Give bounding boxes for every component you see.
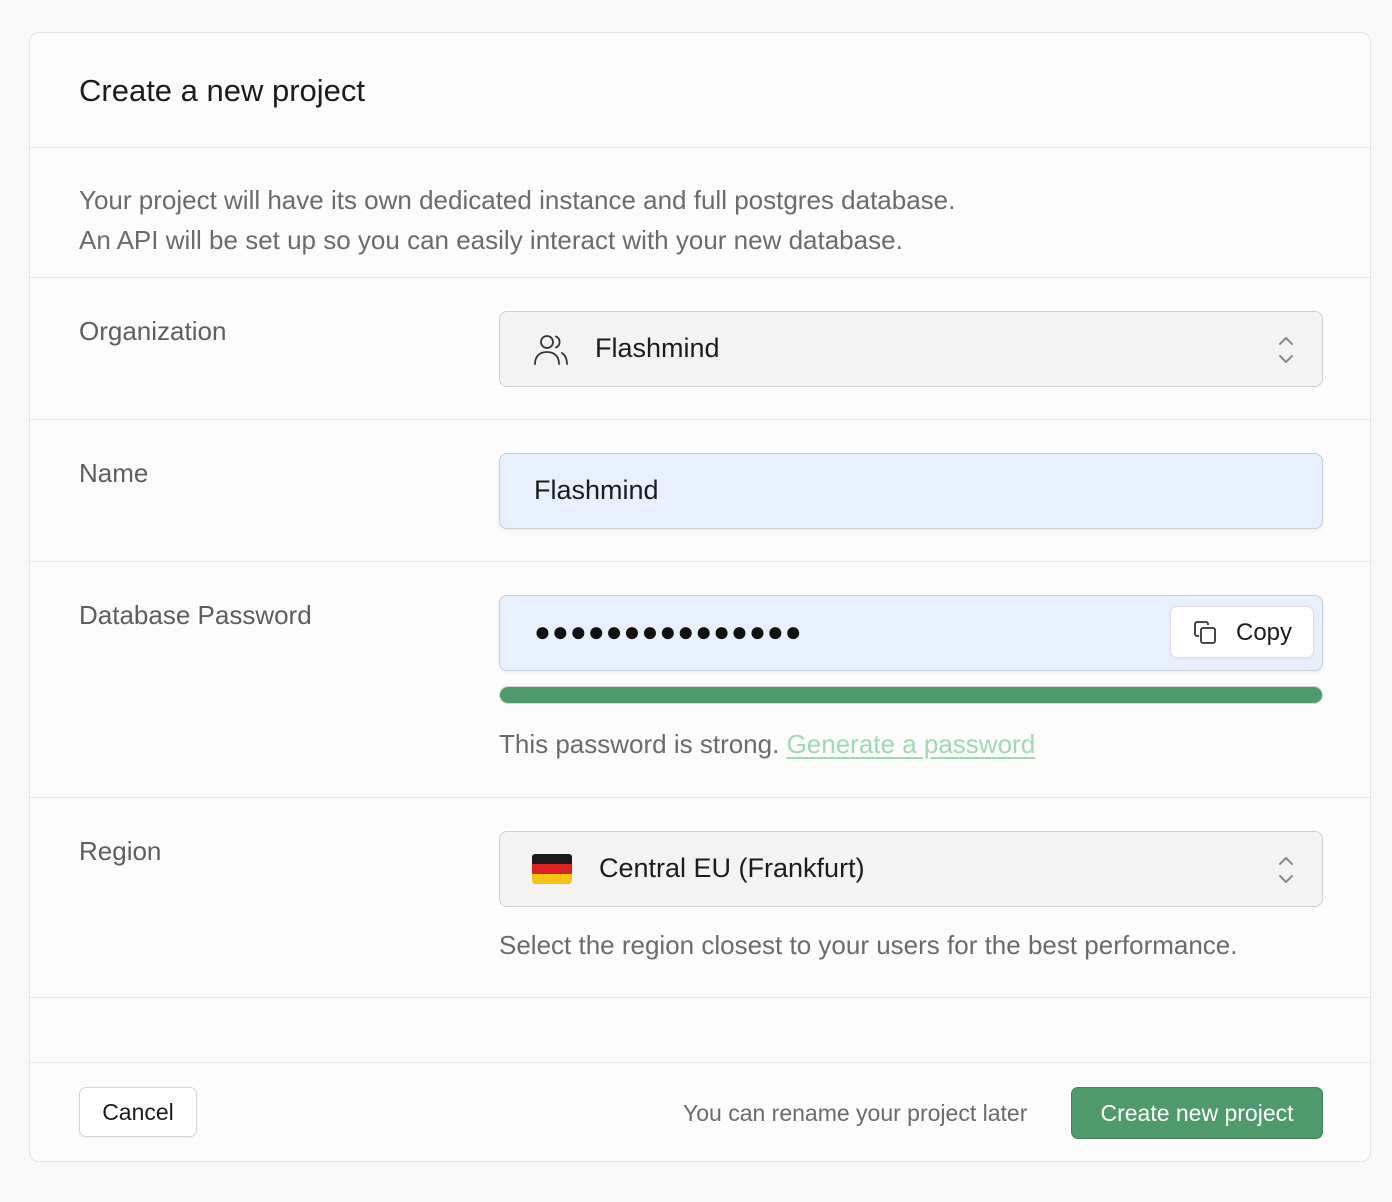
users-icon [534,335,568,365]
name-label: Name [79,458,149,488]
name-input-value: Flashmind [534,475,659,505]
password-strength-fill [500,687,1322,703]
password-row: Database Password ●●●●●●●●●●●●●●● Copy T… [30,562,1370,798]
card-header: Create a new project [30,33,1370,148]
password-hint: This password is strong. Generate a pass… [499,729,1035,760]
rename-note: You can rename your project later [683,1100,1028,1126]
copy-label: Copy [1236,619,1293,646]
password-input[interactable]: ●●●●●●●●●●●●●●● Copy [499,595,1323,671]
region-value: Central EU (Frankfurt) [599,853,865,883]
chevron-up-down-icon [1279,857,1293,883]
card-footer: Cancel You can rename your project later… [30,1062,1370,1161]
password-strength-text: This password is strong. [499,729,780,759]
region-row: Region Central EU (Frankfurt) Select the… [30,798,1370,998]
password-strength-bar [499,686,1323,704]
germany-flag-icon [532,854,572,884]
region-select[interactable]: Central EU (Frankfurt) [499,831,1323,907]
intro-line-2: An API will be set up so you can easily … [79,225,903,255]
region-label: Region [79,836,162,866]
password-masked-value: ●●●●●●●●●●●●●●● [534,616,803,647]
cancel-button[interactable]: Cancel [79,1087,197,1137]
chevron-up-down-icon [1279,337,1293,363]
organization-row: Organization Flashmind [30,278,1370,420]
copy-button[interactable]: Copy [1170,606,1314,658]
password-label: Database Password [79,600,312,630]
organization-value: Flashmind [595,333,720,363]
generate-password-link[interactable]: Generate a password [787,729,1036,759]
intro-section: Your project will have its own dedicated… [30,148,1370,278]
region-hint: Select the region closest to your users … [499,930,1238,960]
organization-label: Organization [79,316,227,346]
name-input[interactable]: Flashmind [499,453,1323,529]
intro-line-1: Your project will have its own dedicated… [79,185,956,215]
page-title: Create a new project [79,73,366,108]
create-project-button[interactable]: Create new project [1071,1087,1323,1139]
create-project-card: Create a new project Your project will h… [29,32,1371,1162]
organization-select[interactable]: Flashmind [499,311,1323,387]
name-row: Name Flashmind [30,420,1370,562]
copy-icon [1194,621,1216,644]
